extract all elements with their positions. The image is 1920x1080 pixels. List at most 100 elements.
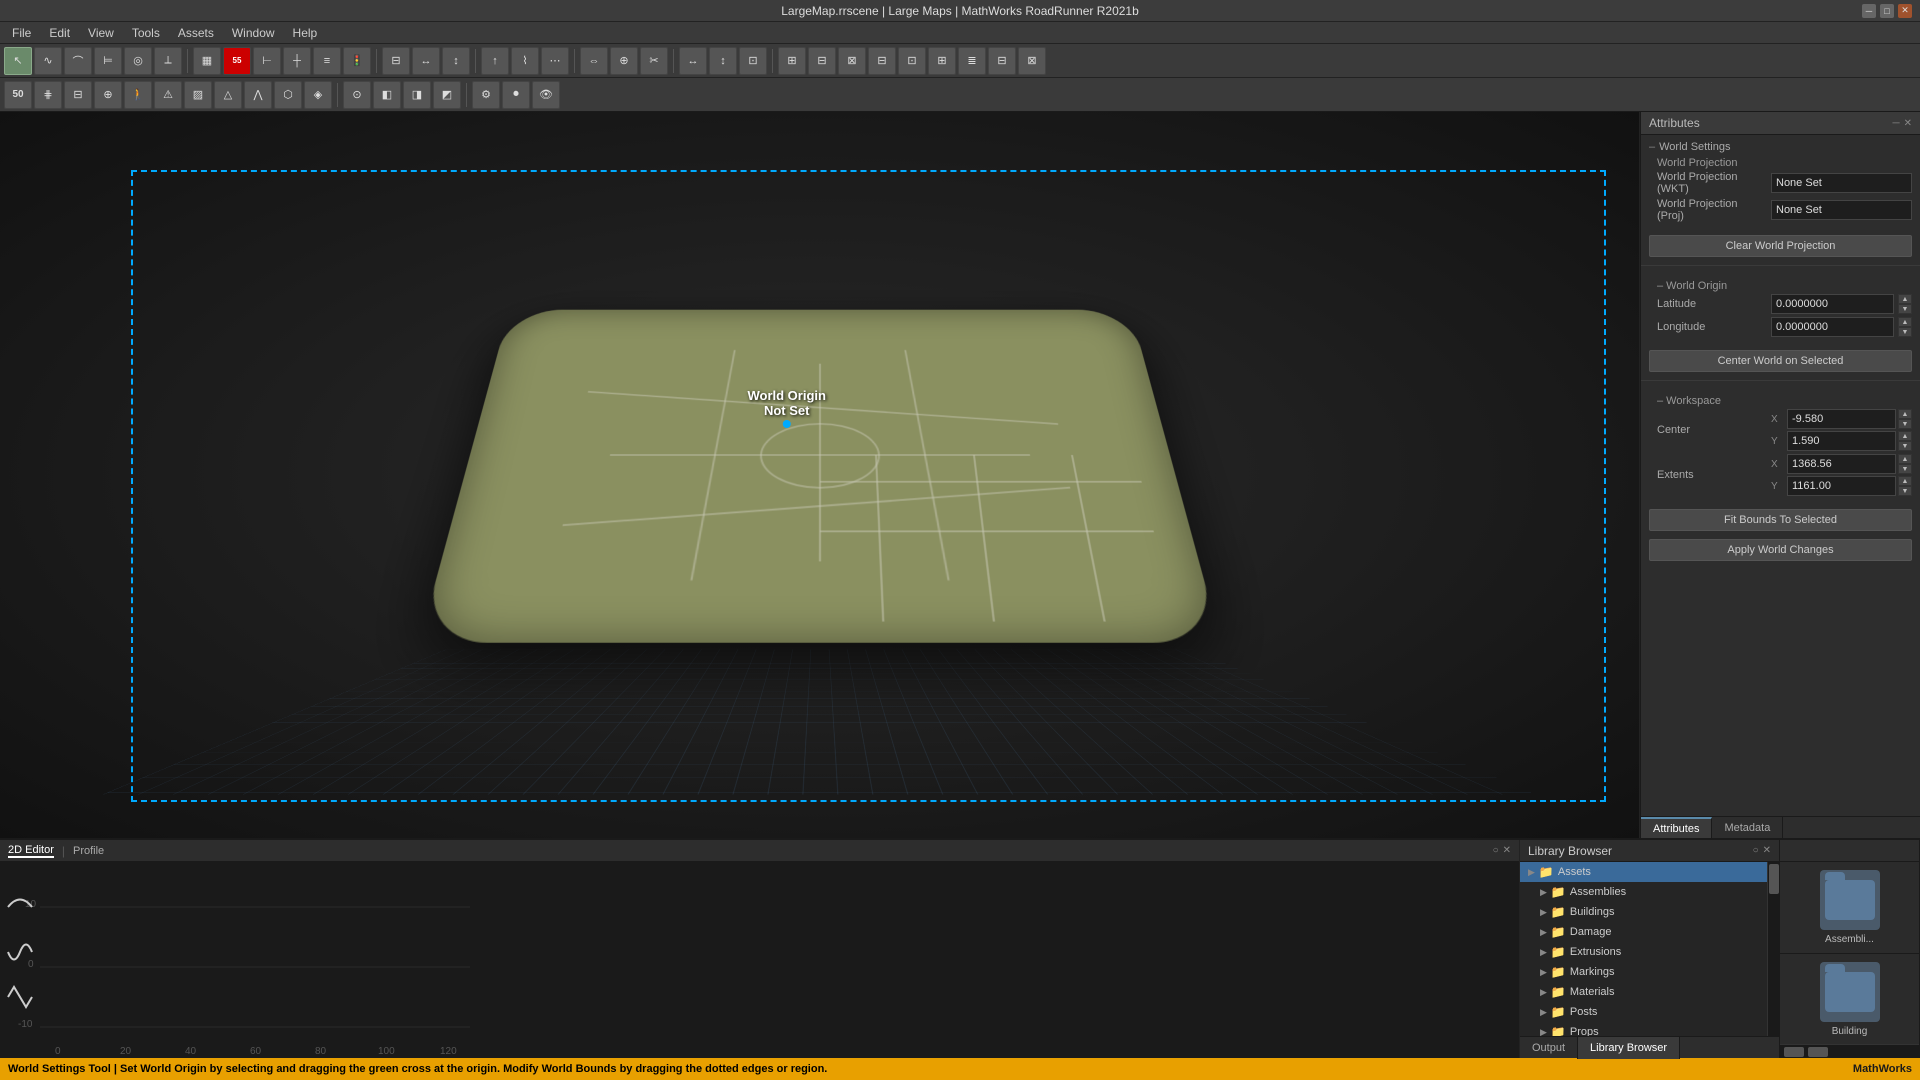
tool-road[interactable]: ⊨ — [94, 47, 122, 75]
tool-barrier[interactable]: ▦ — [193, 47, 221, 75]
extents-y-input[interactable] — [1787, 476, 1896, 496]
tool-prop-point[interactable]: ⊕ — [94, 81, 122, 109]
tool-crosswalk[interactable]: ≡ — [313, 47, 341, 75]
h-scroll-thumb2[interactable] — [1808, 1047, 1828, 1057]
tab-metadata[interactable]: Metadata — [1712, 817, 1783, 839]
menu-edit[interactable]: Edit — [41, 24, 78, 42]
tree-item-markings[interactable]: ▶ 📁 Markings — [1520, 962, 1767, 982]
tree-item-assemblies[interactable]: ▶ 📁 Assemblies — [1520, 882, 1767, 902]
tool-surface[interactable]: ⋕ — [34, 81, 62, 109]
menu-file[interactable]: File — [4, 24, 39, 42]
close-button[interactable]: ✕ — [1898, 4, 1912, 18]
h-scroll-thumb[interactable] — [1784, 1047, 1804, 1057]
tool-intersection[interactable]: ┼ — [283, 47, 311, 75]
tree-item-posts[interactable]: ▶ 📁 Posts — [1520, 1002, 1767, 1022]
tool-stack2[interactable]: ◨ — [403, 81, 431, 109]
thumb-assemblies[interactable]: Assembli... — [1780, 862, 1919, 954]
tool-terrain2[interactable]: ⋀ — [244, 81, 272, 109]
extents-x-input[interactable] — [1787, 454, 1896, 474]
tool-extra6[interactable]: ⊞ — [928, 47, 956, 75]
tool-gap[interactable]: ⋯ — [541, 47, 569, 75]
tool-node[interactable]: ⊕ — [610, 47, 638, 75]
center-x-input[interactable] — [1787, 409, 1896, 429]
extents-x-spinner[interactable]: ▲ ▼ — [1898, 454, 1912, 474]
scroll-thumb[interactable] — [1769, 864, 1779, 894]
library-scrollbar[interactable] — [1767, 862, 1779, 1036]
tool-stretch[interactable]: ⇔ — [580, 47, 608, 75]
proj-input[interactable] — [1771, 200, 1912, 220]
tree-item-assets[interactable]: ▶ 📁 Assets — [1520, 862, 1767, 882]
tool-lane-offset[interactable]: ↕ — [442, 47, 470, 75]
tab-attributes[interactable]: Attributes — [1641, 817, 1712, 839]
apply-world-button[interactable]: Apply World Changes — [1649, 539, 1912, 561]
tool-stack3[interactable]: ◩ — [433, 81, 461, 109]
tool-lane-width[interactable]: ↔ — [412, 47, 440, 75]
tree-item-buildings[interactable]: ▶ 📁 Buildings — [1520, 902, 1767, 922]
tool-traffic-light[interactable]: 🚦 — [343, 47, 371, 75]
tree-item-props[interactable]: ▶ 📁 Props — [1520, 1022, 1767, 1036]
tree-item-extrusions[interactable]: ▶ 📁 Extrusions — [1520, 942, 1767, 962]
tool-pedestrian[interactable]: 🚶 — [124, 81, 152, 109]
tool-grid-snap[interactable]: 50 — [4, 81, 32, 109]
menu-tools[interactable]: Tools — [124, 24, 168, 42]
tool-ty[interactable]: ↕ — [709, 47, 737, 75]
tool-delete[interactable]: ✂ — [640, 47, 668, 75]
menu-assets[interactable]: Assets — [170, 24, 222, 42]
clear-projection-button[interactable]: Clear World Projection — [1649, 235, 1912, 257]
tool-tz[interactable]: ⊡ — [739, 47, 767, 75]
tool-barrier2[interactable]: ▨ — [184, 81, 212, 109]
center-x-spinner[interactable]: ▲ ▼ — [1898, 409, 1912, 429]
tree-item-materials[interactable]: ▶ 📁 Materials — [1520, 982, 1767, 1002]
center-y-input[interactable] — [1787, 431, 1896, 451]
tool-eye[interactable]: 👁 — [532, 81, 560, 109]
tool-lane-mark[interactable]: ⊟ — [382, 47, 410, 75]
longitude-input[interactable] — [1771, 317, 1894, 337]
tool-roundabout[interactable]: ◎ — [124, 47, 152, 75]
tool-road-surface[interactable]: ⊟ — [64, 81, 92, 109]
thumb-building[interactable]: Building — [1780, 954, 1919, 1044]
tool-align[interactable]: ⊢ — [253, 47, 281, 75]
tool-extra9[interactable]: ⊠ — [1018, 47, 1046, 75]
tree-item-damage[interactable]: ▶ 📁 Damage — [1520, 922, 1767, 942]
tool-spline[interactable]: ∿ — [34, 47, 62, 75]
longitude-spinner[interactable]: ▲ ▼ — [1898, 317, 1912, 337]
tool-ramp[interactable]: △ — [214, 81, 242, 109]
tool-extra3[interactable]: ⊠ — [838, 47, 866, 75]
panel-close-icon[interactable]: ✕ — [1904, 118, 1912, 129]
tool-speed-sign[interactable]: 55 — [223, 47, 251, 75]
extents-y-spinner[interactable]: ▲ ▼ — [1898, 476, 1912, 496]
tool-extra2[interactable]: ⊟ — [808, 47, 836, 75]
tool-height[interactable]: ↑ — [481, 47, 509, 75]
center-world-button[interactable]: Center World on Selected — [1649, 350, 1912, 372]
tool-stack[interactable]: ◧ — [373, 81, 401, 109]
maximize-button[interactable]: □ — [1880, 4, 1894, 18]
minimize-button[interactable]: ─ — [1862, 4, 1876, 18]
tool-extra8[interactable]: ⊟ — [988, 47, 1016, 75]
tab-2d-editor[interactable]: 2D Editor — [8, 844, 54, 858]
tool-settings[interactable]: ⚙ — [472, 81, 500, 109]
tool-signal[interactable]: ⊙ — [343, 81, 371, 109]
center-y-spinner[interactable]: ▲ ▼ — [1898, 431, 1912, 451]
latitude-spinner[interactable]: ▲ ▼ — [1898, 294, 1912, 314]
tool-traffic-cone[interactable]: ⚠ — [154, 81, 182, 109]
editor2d-close[interactable]: ✕ — [1503, 845, 1511, 856]
tool-tx[interactable]: ↔ — [679, 47, 707, 75]
tool-sensor[interactable]: ◈ — [304, 81, 332, 109]
menu-window[interactable]: Window — [224, 24, 283, 42]
library-close[interactable]: ✕ — [1763, 845, 1771, 856]
tool-overpass[interactable]: ⟂ — [154, 47, 182, 75]
2d-editor[interactable]: 2D Editor | Profile ○ ✕ 10 0 -10 0 20 40… — [0, 840, 1520, 1058]
latitude-input[interactable] — [1771, 294, 1894, 314]
menu-view[interactable]: View — [80, 24, 122, 42]
wkt-input[interactable] — [1771, 173, 1912, 193]
tool-extra7[interactable]: ≣ — [958, 47, 986, 75]
tool-grade[interactable]: ⌇ — [511, 47, 539, 75]
panel-minimize-icon[interactable]: ─ — [1893, 118, 1900, 129]
tool-arc[interactable]: ⌒ — [64, 47, 92, 75]
tool-extra4[interactable]: ⊟ — [868, 47, 896, 75]
fit-bounds-button[interactable]: Fit Bounds To Selected — [1649, 509, 1912, 531]
library-minimize[interactable]: ○ — [1753, 845, 1759, 856]
editor2d-minimize[interactable]: ○ — [1493, 845, 1499, 856]
tab-output[interactable]: Output — [1520, 1037, 1578, 1059]
tab-library-browser[interactable]: Library Browser — [1578, 1037, 1680, 1059]
